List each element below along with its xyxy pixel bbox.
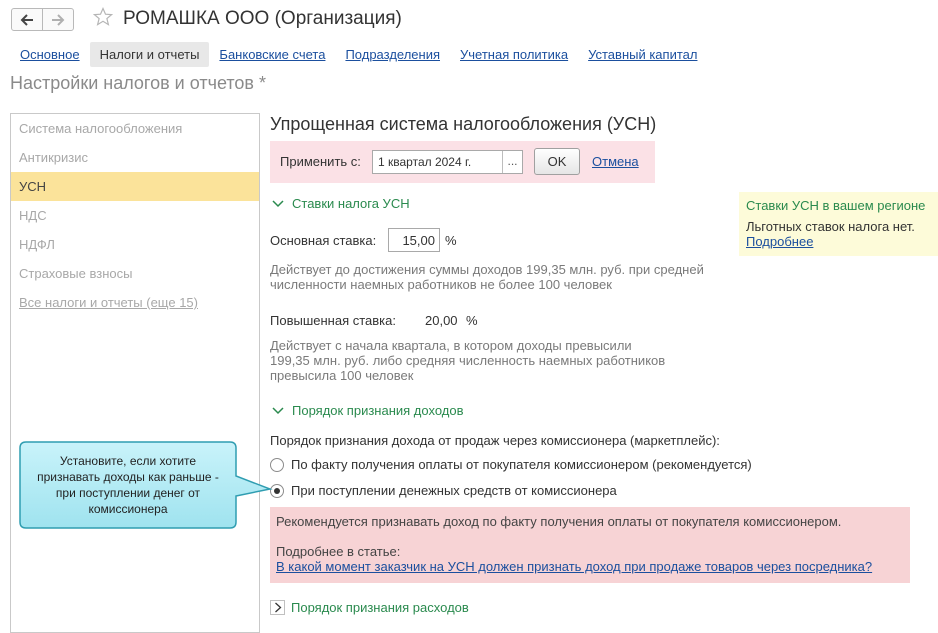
- base-rate-input[interactable]: 15,00: [388, 228, 440, 252]
- rates-group-title: Ставки налога УСН: [292, 196, 410, 211]
- apply-period-value[interactable]: 1 квартал 2024 г.: [373, 151, 502, 173]
- favorite-button[interactable]: [92, 7, 114, 30]
- sidebar-item-usn[interactable]: УСН: [11, 172, 259, 201]
- chevron-down-icon: [272, 199, 284, 207]
- callout-tooltip: Установите, если хотите признавать доход…: [18, 440, 273, 530]
- sidebar-item-ndfl[interactable]: НДФЛ: [11, 230, 259, 259]
- income-group-header[interactable]: Порядок признания доходов: [272, 403, 464, 418]
- expenses-group-header[interactable]: Порядок признания расходов: [270, 600, 469, 615]
- radio-label: При поступлении денежных средств от коми…: [291, 483, 617, 498]
- sidebar: Система налогообложения Антикризис УСН Н…: [10, 113, 260, 633]
- rates-group-header[interactable]: Ставки налога УСН: [272, 196, 410, 211]
- raised-rate-label: Повышенная ставка:: [270, 313, 396, 328]
- ok-button[interactable]: OK: [534, 148, 580, 175]
- sidebar-item-all-taxes[interactable]: Все налоги и отчеты (еще 15): [11, 288, 259, 317]
- raised-rate-note: Действует с начала квартала, в котором д…: [270, 338, 666, 383]
- forward-button[interactable]: [42, 8, 74, 31]
- select-period-button[interactable]: ...: [502, 151, 522, 173]
- income-question: Порядок признания дохода от продаж через…: [270, 433, 720, 448]
- recommendation-box: Рекомендуется признавать доход по факту …: [270, 507, 910, 583]
- region-rates-box: Ставки УСН в вашем регионе Льготных став…: [739, 192, 938, 256]
- tab-main[interactable]: Основное: [10, 42, 90, 67]
- window-title: РОМАШКА ООО (Организация): [123, 8, 402, 29]
- star-icon: [92, 7, 114, 26]
- recommendation-text: Рекомендуется признавать доход по факту …: [276, 514, 842, 529]
- recommendation-more: Подробнее в статье:: [276, 544, 401, 559]
- apply-period-field[interactable]: 1 квартал 2024 г. ...: [372, 150, 523, 174]
- region-rates-title: Ставки УСН в вашем регионе: [746, 198, 926, 213]
- apply-bar: Применить с: 1 квартал 2024 г. ... OK От…: [270, 141, 655, 183]
- arrow-right-icon: [52, 13, 65, 26]
- base-rate-unit: %: [445, 233, 457, 248]
- cancel-link[interactable]: Отмена: [592, 154, 639, 169]
- tab-authorized-capital[interactable]: Уставный капитал: [578, 42, 707, 67]
- tab-subdivisions[interactable]: Подразделения: [335, 42, 450, 67]
- region-more-link[interactable]: Подробнее: [746, 234, 813, 249]
- tab-bank-accounts[interactable]: Банковские счета: [209, 42, 335, 67]
- income-group-title: Порядок признания доходов: [292, 403, 464, 418]
- arrow-left-icon: [20, 13, 33, 26]
- radio-by-receipt[interactable]: При поступлении денежных средств от коми…: [270, 483, 617, 498]
- base-rate-label: Основная ставка:: [270, 233, 377, 248]
- raised-rate-value: 20,00: [425, 313, 458, 328]
- sidebar-item-tax-system[interactable]: Система налогообложения: [11, 114, 259, 143]
- expand-box[interactable]: [270, 600, 285, 615]
- sidebar-item-insurance[interactable]: Страховые взносы: [11, 259, 259, 288]
- sidebar-item-anticrisis[interactable]: Антикризис: [11, 143, 259, 172]
- back-button[interactable]: [11, 8, 43, 31]
- chevron-right-icon: [274, 602, 281, 613]
- tab-bar: Основное Налоги и отчеты Банковские счет…: [10, 40, 707, 68]
- apply-label: Применить с:: [280, 154, 361, 169]
- tab-accounting-policy[interactable]: Учетная политика: [450, 42, 578, 67]
- sidebar-item-vat[interactable]: НДС: [11, 201, 259, 230]
- radio-label: По факту получения оплаты от покупателя …: [291, 457, 752, 472]
- raised-rate-unit: %: [466, 313, 478, 328]
- region-rates-text: Льготных ставок налога нет.: [746, 219, 915, 234]
- page-heading: Упрощенная система налогообложения (УСН): [270, 114, 657, 134]
- base-rate-note: Действует до достижения суммы доходов 19…: [270, 262, 704, 292]
- radio-by-payment[interactable]: По факту получения оплаты от покупателя …: [270, 457, 752, 472]
- chevron-down-icon: [272, 406, 284, 414]
- tab-taxes-reports[interactable]: Налоги и отчеты: [89, 41, 210, 67]
- section-title: Настройки налогов и отчетов *: [10, 73, 266, 93]
- article-link[interactable]: В какой момент заказчик на УСН должен пр…: [276, 559, 872, 574]
- expenses-group-title: Порядок признания расходов: [291, 600, 469, 615]
- radio-dot: [274, 487, 280, 494]
- callout-text: Установите, если хотите признавать доход…: [37, 454, 219, 516]
